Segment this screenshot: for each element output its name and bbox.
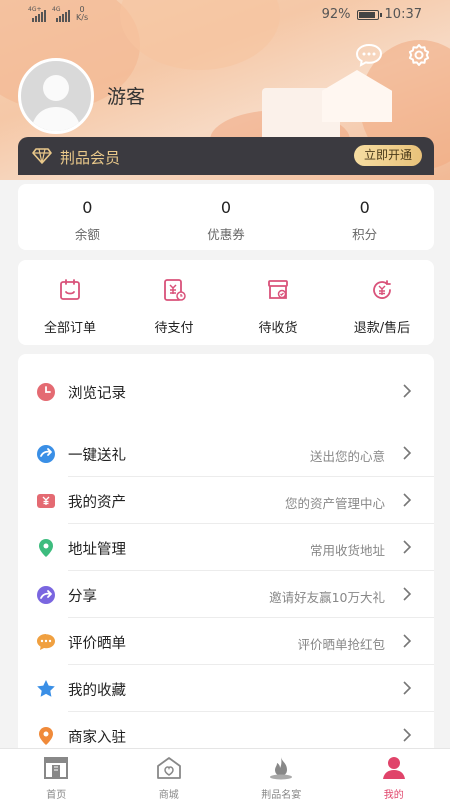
share-icon [37,586,55,604]
gift-send-icon [37,445,55,463]
order-label: 待收货 [258,321,298,336]
menu-item-label: 商家入驻 [68,730,126,746]
signal-strength-icon: 4G [52,6,70,22]
assets-wallet-icon [37,494,55,508]
message-icon[interactable] [354,40,384,70]
pending-payment-icon [164,279,186,301]
banquet-flame-icon [270,757,293,780]
history-clock-icon [37,383,55,401]
order-all[interactable]: 全部订单 [18,260,122,345]
tab-home[interactable]: 首页 [0,749,113,800]
username[interactable]: 游客 [107,82,145,109]
account-stats-card: 0 余额 0 优惠券 0 积分 [18,184,434,250]
settings-gear-icon[interactable] [404,40,434,70]
menu-item-label: 评价晒单 [68,636,126,652]
my-profile-icon [382,757,405,779]
stat-label: 优惠券 [207,227,245,242]
chevron-right-icon [403,728,412,742]
menu-item-desc: 常用收货地址 [309,543,385,558]
diamond-icon [32,148,52,164]
vip-membership-bar[interactable]: 荆品会员 立即开通 [18,137,434,175]
tab-label: 荆品名宴 [261,790,302,800]
battery-percent: 92% [321,7,351,22]
refund-icon [373,280,391,299]
stat-balance[interactable]: 0 余额 [18,184,157,250]
all-orders-icon [60,279,80,300]
menu-item-send-gift[interactable]: 一键送礼 送出您的心意 [18,430,434,477]
status-bar: 4G+ 4G 0 K/s 92% 10:37 [0,0,450,30]
avatar[interactable] [18,58,94,134]
menu-item-label: 我的资产 [68,495,126,511]
menu-item-label: 地址管理 [68,542,126,558]
menu-item-label: 一键送礼 [68,448,126,464]
order-pending-delivery[interactable]: 待收货 [226,260,330,345]
chevron-right-icon [403,384,412,398]
stat-value: 0 [359,198,370,217]
order-label: 待支付 [154,321,194,336]
tab-label: 商城 [158,790,179,800]
menu-item-label: 分享 [68,589,97,605]
tab-label: 我的 [383,790,404,800]
menu-item-favorites[interactable]: 我的收藏 [18,665,434,712]
menu-item-desc: 您的资产管理中心 [284,496,385,511]
favorite-star-icon [37,680,55,697]
network-speed: 0 K/s [76,5,89,22]
merchant-join-icon [39,727,53,745]
order-refund[interactable]: 退款/售后 [330,260,434,345]
stat-points[interactable]: 0 积分 [295,184,434,250]
stat-label: 余额 [74,227,100,242]
tab-banquet[interactable]: 荆品名宴 [225,749,338,800]
chevron-right-icon [403,587,412,601]
order-pending-payment[interactable]: 待支付 [122,260,226,345]
vip-title: 荆品会员 [60,149,121,167]
order-label: 全部订单 [43,321,96,336]
menu-item-label: 浏览记录 [68,386,126,402]
bottom-tab-bar: 首页 商城 荆品名宴 我的 [0,748,450,800]
location-pin-icon [39,539,53,557]
menu-item-desc: 邀请好友赢10万大礼 [269,590,385,605]
menu-item-desc: 评价晒单抢红包 [297,637,385,652]
review-comment-icon [37,634,55,650]
order-label: 退款/售后 [353,321,411,336]
stat-value: 0 [220,198,232,217]
menu-item-my-assets[interactable]: 我的资产 您的资产管理中心 [18,477,434,524]
menu-item-desc: 送出您的心意 [309,449,385,464]
default-avatar-icon [31,75,81,131]
chevron-right-icon [403,493,412,507]
menu-item-address[interactable]: 地址管理 常用收货地址 [18,524,434,571]
stat-coupons[interactable]: 0 优惠券 [157,184,296,250]
clock: 10:37 [384,7,422,22]
chevron-right-icon [403,446,412,460]
home-icon [44,757,69,779]
chevron-right-icon [403,634,412,648]
mall-icon [156,757,181,779]
menu-list: 浏览记录 一键送礼 送出您的心意 我的资产 您的资产管理中心 地址管理 常用收货… [18,354,434,748]
signal-strength-icon: 4G+ [28,6,46,22]
stat-value: 0 [82,198,93,217]
menu-item-merchant-join[interactable]: 商家入驻 [18,712,434,748]
menu-item-browse-history[interactable]: 浏览记录 [18,368,434,415]
pending-delivery-icon [268,280,288,299]
menu-item-label: 我的收藏 [68,683,126,699]
menu-item-share[interactable]: 分享 邀请好友赢10万大礼 [18,571,434,618]
stat-label: 积分 [352,227,378,242]
open-vip-button[interactable]: 立即开通 [353,145,422,166]
tab-mine[interactable]: 我的 [338,749,450,800]
tab-label: 首页 [46,790,67,800]
profile-header: 4G+ 4G 0 K/s 92% 10:37 游客 荆品会员 立即开通 [0,0,450,180]
menu-item-review[interactable]: 评价晒单 评价晒单抢红包 [18,618,434,665]
chevron-right-icon [403,681,412,695]
chevron-right-icon [403,540,412,554]
orders-card: 全部订单 待支付 待收货 退款/售后 [18,260,434,345]
battery-icon [356,9,382,20]
tab-mall[interactable]: 商城 [113,749,226,800]
